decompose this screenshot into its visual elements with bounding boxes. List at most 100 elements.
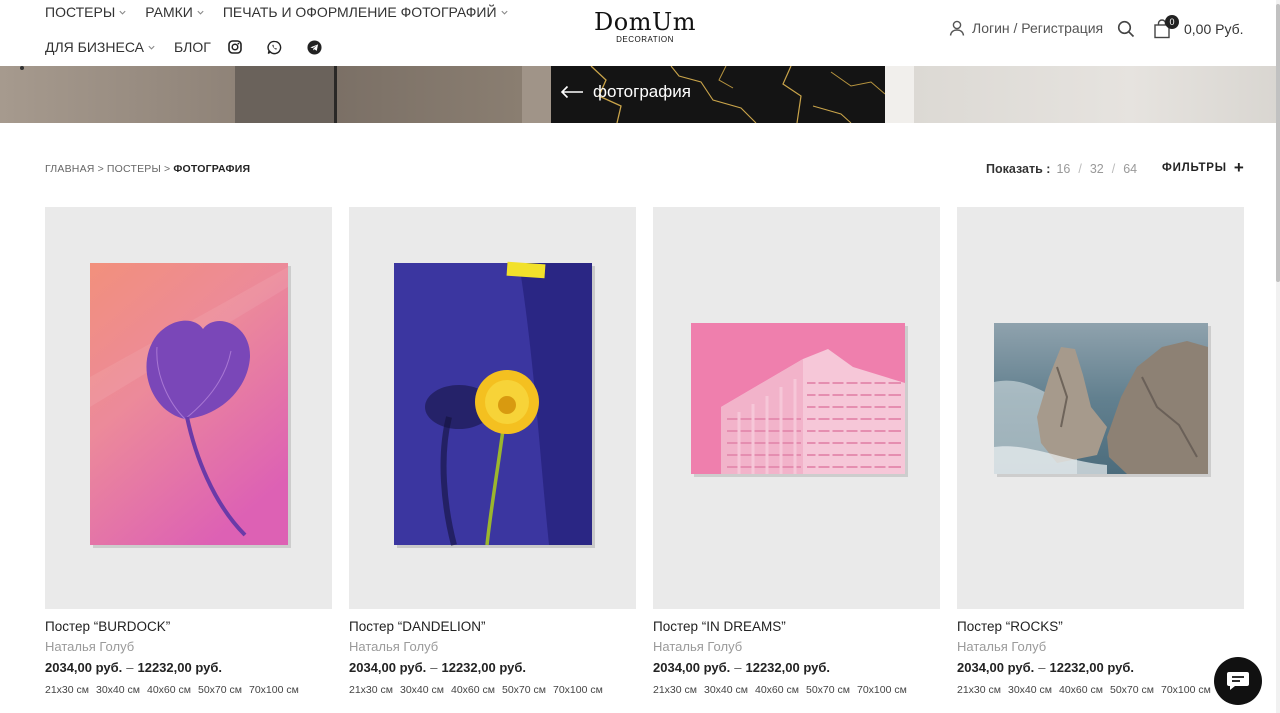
price-to: 12232,00 руб. — [137, 660, 222, 675]
product-card[interactable]: Постер “IN DREAMS” Наталья Голуб 2034,00… — [653, 207, 940, 696]
telegram-link[interactable] — [307, 39, 322, 55]
size-option[interactable]: 50x70 см — [806, 684, 850, 696]
whatsapp-icon — [267, 40, 282, 54]
size-option[interactable]: 30x40 см — [96, 684, 140, 696]
per-page-option-32[interactable]: 32 — [1090, 162, 1104, 176]
nav-item-posters[interactable]: ПОСТЕРЫ — [45, 4, 127, 20]
product-price: 2034,00 руб. –12232,00 руб. — [45, 660, 332, 675]
product-card[interactable]: Постер “ROCKS” Наталья Голуб 2034,00 руб… — [957, 207, 1244, 696]
size-option[interactable]: 21x30 см — [45, 684, 89, 696]
product-price: 2034,00 руб. –12232,00 руб. — [957, 660, 1244, 675]
product-image[interactable] — [653, 207, 940, 609]
size-option[interactable]: 50x70 см — [1110, 684, 1154, 696]
product-image[interactable] — [349, 207, 636, 609]
product-sizes: 21x30 см 30x40 см 40x60 см 50x70 см 70x1… — [349, 684, 636, 696]
size-option[interactable]: 30x40 см — [400, 684, 444, 696]
product-title[interactable]: Постер “IN DREAMS” — [653, 619, 940, 634]
per-page-option-64[interactable]: 64 — [1123, 162, 1137, 176]
price-from: 2034,00 руб. — [349, 660, 427, 675]
hero-frame-edge — [885, 66, 914, 123]
nav-item-label: РАМКИ — [145, 4, 193, 20]
filters-label: ФИЛЬТРЫ — [1162, 162, 1227, 174]
size-option[interactable]: 70x100 см — [249, 684, 299, 696]
filters-button[interactable]: ФИЛЬТРЫ + — [1162, 158, 1245, 177]
product-card[interactable]: Постер “BURDOCK” Наталья Голуб 2034,00 р… — [45, 207, 332, 696]
telegram-icon — [307, 39, 322, 55]
size-option[interactable]: 70x100 см — [1161, 684, 1211, 696]
per-page-label: Показать : — [986, 162, 1051, 176]
arrow-left-icon — [560, 85, 583, 99]
search-icon[interactable] — [1117, 20, 1135, 38]
chevron-down-icon — [197, 10, 204, 15]
nav-item-label: ДЛЯ БИЗНЕСА — [45, 39, 144, 55]
product-title[interactable]: Постер “BURDOCK” — [45, 619, 332, 634]
hero-back-link[interactable]: фотография — [560, 82, 691, 102]
plus-icon: + — [1233, 158, 1245, 177]
chat-widget-button[interactable] — [1214, 657, 1262, 705]
size-option[interactable]: 30x40 см — [1008, 684, 1052, 696]
poster-in-dreams-artwork — [691, 323, 908, 477]
price-to: 12232,00 руб. — [441, 660, 526, 675]
price-separator: – — [734, 660, 742, 675]
account-link[interactable]: Логин / Регистрация — [948, 19, 1103, 37]
hero-back-label: фотография — [593, 82, 691, 101]
whatsapp-link[interactable] — [267, 40, 282, 55]
size-option[interactable]: 70x100 см — [857, 684, 907, 696]
product-sizes: 21x30 см 30x40 см 40x60 см 50x70 см 70x1… — [957, 684, 1244, 696]
size-option[interactable]: 40x60 см — [147, 684, 191, 696]
hero-detail — [20, 66, 24, 70]
chevron-down-icon — [119, 10, 126, 15]
size-option[interactable]: 21x30 см — [957, 684, 1001, 696]
nav-item-business[interactable]: ДЛЯ БИЗНЕСА — [45, 39, 156, 55]
account-link-label: Логин / Регистрация — [972, 20, 1104, 36]
product-image[interactable] — [45, 207, 332, 609]
chevron-down-icon — [500, 10, 508, 15]
nav-item-frames[interactable]: РАМКИ — [145, 4, 205, 20]
product-author: Наталья Голуб — [349, 639, 439, 654]
product-author: Наталья Голуб — [45, 639, 135, 654]
product-image[interactable] — [957, 207, 1244, 609]
price-from: 2034,00 руб. — [957, 660, 1035, 675]
size-option[interactable]: 50x70 см — [502, 684, 546, 696]
site-logo[interactable]: DomUm DECORATION — [560, 8, 730, 44]
poster-rocks-artwork — [994, 323, 1211, 477]
size-option[interactable]: 30x40 см — [704, 684, 748, 696]
size-option[interactable]: 40x60 см — [451, 684, 495, 696]
logo-subtitle: DECORATION — [616, 35, 674, 44]
price-separator: – — [1038, 660, 1046, 675]
product-title[interactable]: Постер “ROCKS” — [957, 619, 1244, 634]
product-title[interactable]: Постер “DANDELION” — [349, 619, 636, 634]
size-option[interactable]: 40x60 см — [1059, 684, 1103, 696]
price-from: 2034,00 руб. — [653, 660, 731, 675]
per-page-selector: Показать : 16 / 32 / 64 — [986, 162, 1137, 176]
hero-background-mid3 — [522, 66, 551, 123]
per-page-option-16[interactable]: 16 — [1056, 162, 1070, 176]
breadcrumb-home[interactable]: ГЛАВНАЯ — [45, 163, 95, 175]
nav-item-blog[interactable]: БЛОГ — [174, 39, 211, 55]
size-option[interactable]: 70x100 см — [553, 684, 603, 696]
price-from: 2034,00 руб. — [45, 660, 123, 675]
nav-item-printing[interactable]: ПЕЧАТЬ И ОФОРМЛЕНИЕ ФОТОГРАФИЙ — [223, 4, 509, 20]
instagram-link[interactable] — [228, 40, 242, 54]
nav-item-label: БЛОГ — [173, 39, 211, 55]
category-hero-banner: фотография — [0, 66, 1276, 123]
size-option[interactable]: 21x30 см — [349, 684, 393, 696]
page-scrollbar-thumb[interactable] — [1276, 4, 1280, 282]
instagram-icon — [228, 40, 242, 54]
breadcrumb-current: ФОТОГРАФИЯ — [173, 163, 251, 175]
product-card[interactable]: Постер “DANDELION” Наталья Голуб 2034,00… — [349, 207, 636, 696]
per-page-separator: / — [1078, 162, 1082, 176]
hero-background-right — [914, 66, 1276, 123]
price-to: 12232,00 руб. — [745, 660, 830, 675]
size-option[interactable]: 50x70 см — [198, 684, 242, 696]
breadcrumb-separator: > — [164, 163, 171, 175]
size-option[interactable]: 40x60 см — [755, 684, 799, 696]
cart-count-badge: 0 — [1165, 15, 1179, 29]
hero-background-mid — [235, 66, 335, 123]
poster-dandelion-artwork — [394, 261, 595, 548]
hero-background-left — [0, 66, 235, 123]
size-option[interactable]: 21x30 см — [653, 684, 697, 696]
cart-total[interactable]: 0,00 Руб. — [1184, 21, 1244, 37]
breadcrumb-posters[interactable]: ПОСТЕРЫ — [107, 163, 161, 175]
product-sizes: 21x30 см 30x40 см 40x60 см 50x70 см 70x1… — [653, 684, 940, 696]
